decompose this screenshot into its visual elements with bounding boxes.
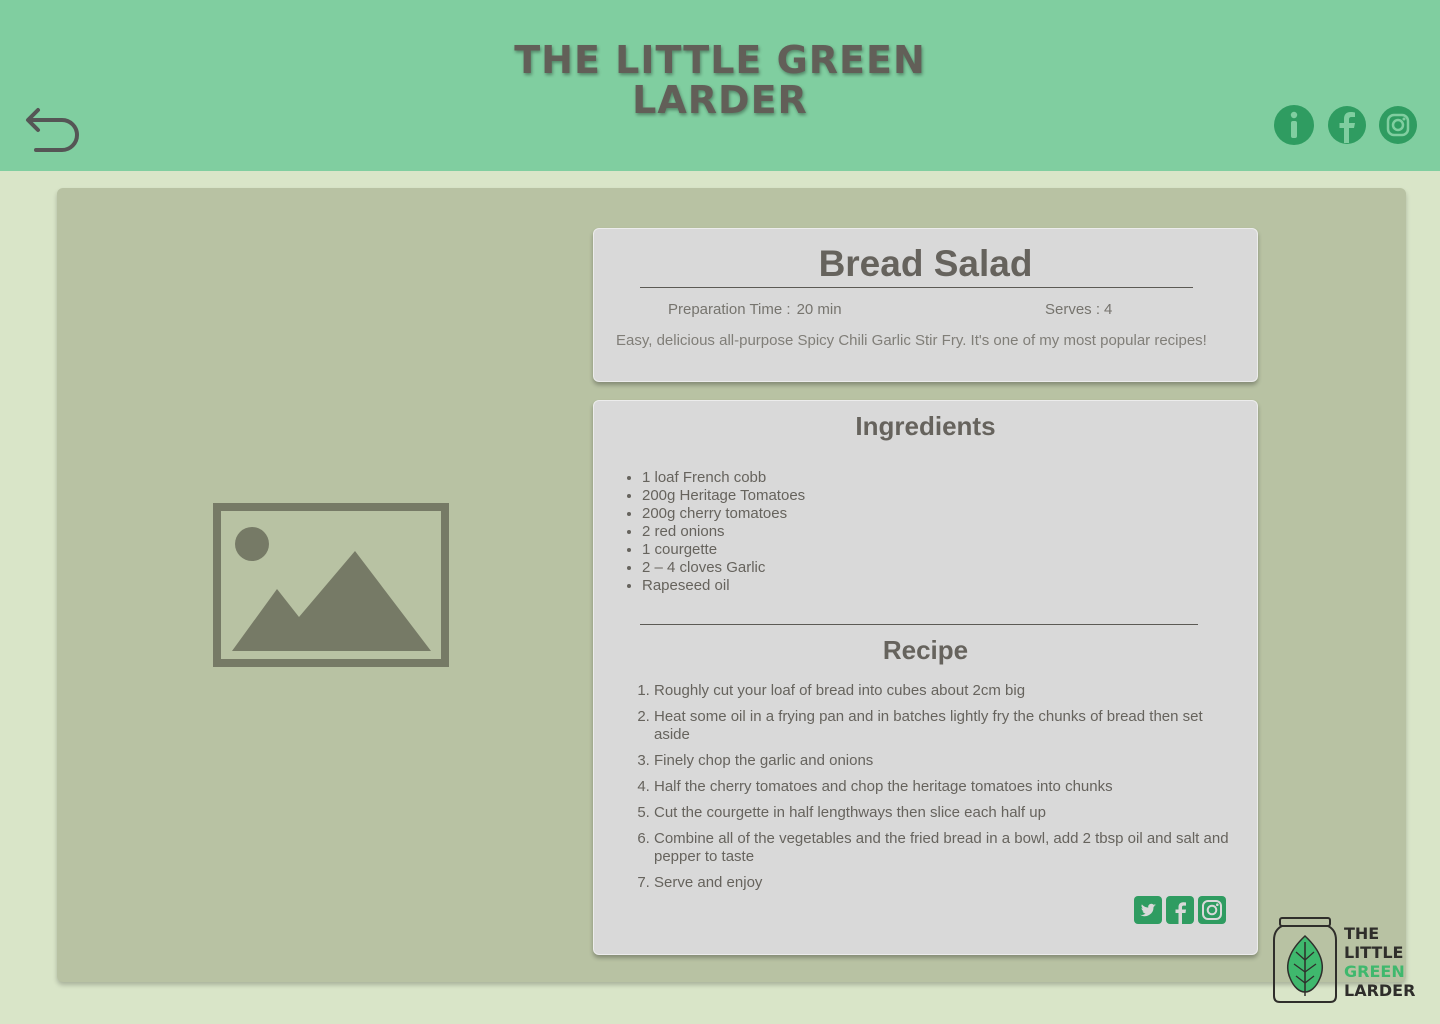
logo-word: GREEN [1344, 962, 1405, 981]
info-icon[interactable] [1273, 104, 1315, 146]
site-title-line-2: LARDER [632, 78, 808, 122]
ingredient-item: 1 loaf French cobb [642, 469, 805, 487]
ingredient-item: 2 – 4 cloves Garlic [642, 559, 805, 577]
recipe-step: Finely chop the garlic and onions [654, 752, 1234, 770]
instagram-icon[interactable] [1378, 104, 1418, 146]
ingredient-item: 200g Heritage Tomatoes [642, 487, 805, 505]
ingredient-item: Rapeseed oil [642, 577, 805, 595]
prep-time-value: 20 min [796, 301, 842, 318]
site-header: THE LITTLE GREEN LARDER [0, 0, 1440, 171]
brand-logo: THE LITTLE GREEN LARDER [1270, 916, 1430, 1008]
recipe-heading: Recipe [882, 635, 969, 665]
recipe-details-card: Ingredients 1 loaf French cobb 200g Heri… [593, 400, 1258, 955]
jar-leaf-icon [1273, 917, 1337, 1003]
ingredients-list: 1 loaf French cobb 200g Heritage Tomatoe… [642, 469, 805, 595]
recipe-step: Half the cherry tomatoes and chop the he… [654, 778, 1234, 796]
serves-value: 4 [1104, 301, 1113, 318]
ingredients-heading: Ingredients [855, 411, 996, 441]
recipe-summary-card: Bread Salad Preparation Time : 20 min Ser… [593, 228, 1258, 382]
recipe-steps-list: Roughly cut your loaf of bread into cube… [654, 682, 1234, 900]
facebook-icon[interactable] [1327, 104, 1367, 146]
ingredient-item: 2 red onions [642, 523, 805, 541]
facebook-icon[interactable] [1166, 896, 1194, 924]
recipe-step: Roughly cut your loaf of bread into cube… [654, 682, 1234, 700]
serves-label: Serves : [1045, 301, 1101, 318]
recipe-title: Bread Salad [818, 243, 1033, 284]
prep-time: Preparation Time : 20 min [668, 301, 842, 318]
logo-word: THE [1344, 924, 1380, 943]
image-placeholder-icon [213, 503, 449, 667]
ingredient-item: 200g cherry tomatoes [642, 505, 805, 523]
twitter-icon[interactable] [1134, 896, 1162, 924]
recipe-step: Combine all of the vegetables and the fr… [654, 830, 1234, 866]
instagram-icon[interactable] [1198, 896, 1226, 924]
share-icons [1134, 896, 1226, 926]
recipe-step: Cut the courgette in half lengthways the… [654, 804, 1234, 822]
recipe-step: Serve and enjoy [654, 874, 1234, 892]
prep-time-label: Preparation Time : [668, 301, 791, 318]
site-title: THE LITTLE GREEN LARDER [470, 40, 970, 120]
logo-word: LITTLE [1344, 943, 1404, 962]
serves: Serves :4 [1045, 301, 1112, 318]
site-title-line-1: THE LITTLE GREEN [514, 38, 926, 82]
ingredient-item: 1 courgette [642, 541, 805, 559]
section-divider [640, 624, 1198, 625]
recipe-step: Heat some oil in a frying pan and in bat… [654, 708, 1234, 744]
logo-word: LARDER [1344, 981, 1416, 1000]
back-arrow-icon[interactable] [24, 106, 82, 154]
title-divider [640, 287, 1193, 288]
recipe-description: Easy, delicious all-purpose Spicy Chili … [616, 332, 1207, 349]
